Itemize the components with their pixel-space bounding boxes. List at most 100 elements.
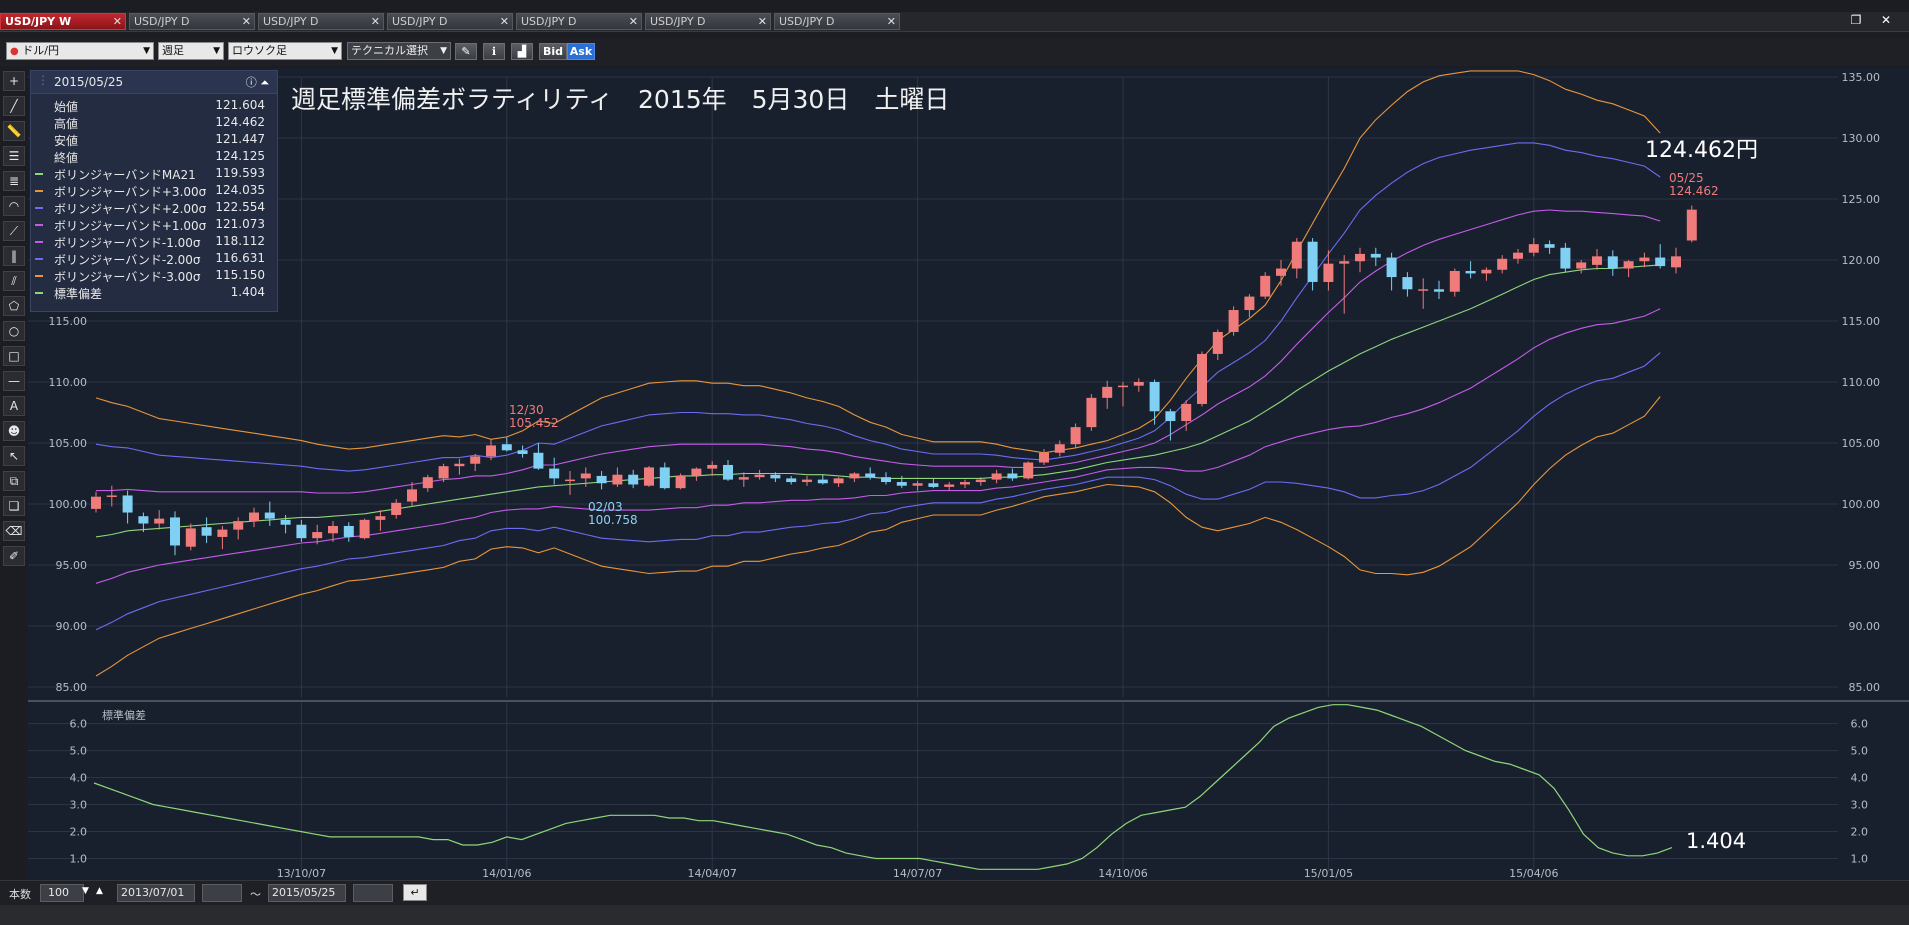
layers-icon[interactable]: ❏ (3, 496, 25, 516)
drawing-toolbox: + ╱ 📏 ☰ ≣ ◠ ⟋ ‖ ⫽ ⬠ ○ □ — A ☻ ↖ ⧉ ❏ ⌫ ✐ (0, 68, 28, 878)
data-window-row: 始値 121.604 (31, 97, 277, 114)
close-icon[interactable]: ✕ (629, 14, 638, 29)
data-window-value: 115.150 (215, 268, 265, 282)
data-window-value: 122.554 (215, 200, 265, 214)
series-color-swatch (35, 190, 43, 192)
data-window-label: ボリンジャーバンド-1.00σ (54, 236, 201, 250)
series-color-swatch (35, 173, 43, 175)
to-time-field[interactable] (353, 884, 393, 902)
data-window-label: 終値 (54, 151, 79, 165)
tab-usdjpy-w[interactable]: USD/JPY W ✕ (0, 13, 126, 30)
tab-usdjpy-d[interactable]: USD/JPY D ✕ (387, 13, 513, 30)
currency-pair-value: ドル/円 (22, 44, 59, 57)
cursor-icon[interactable]: ↖ (3, 446, 25, 466)
status-bar (0, 905, 1909, 925)
fib-arc-icon[interactable]: ◠ (3, 196, 25, 216)
last-annotation: 05/25 124.462 (1669, 172, 1719, 198)
horizontal-line-icon[interactable]: — (3, 371, 25, 391)
period-select[interactable]: 週足 ▼ (158, 42, 224, 60)
data-window-label: ボリンジャーバンド+3.00σ (54, 185, 207, 199)
data-window-row: ボリンジャーバンド+3.00σ 124.035 (31, 182, 277, 199)
pentagon-icon[interactable]: ⬠ (3, 296, 25, 316)
count-field[interactable]: 100 (40, 884, 84, 902)
chevron-up-icon[interactable]: ▲ (96, 886, 103, 896)
close-window-icon[interactable]: ✕ (1878, 13, 1894, 28)
info-icon[interactable]: ℹ (483, 43, 505, 60)
close-icon[interactable]: ✕ (758, 14, 767, 29)
tab-usdjpy-d[interactable]: USD/JPY D ✕ (258, 13, 384, 30)
range-bar: 本数 100 ▼ ▲ 2013/07/01 〜 2015/05/25 ↵ (0, 880, 1909, 905)
icon-stamp-icon[interactable]: ☻ (3, 421, 25, 441)
tab-label: USD/JPY D (779, 15, 835, 28)
series-color-swatch (35, 207, 43, 209)
data-window[interactable]: ⋮ 2015/05/25 ⓘ ⏶ 始値 121.604 高値 124.462 安値 121… (30, 70, 278, 312)
data-window-label: 始値 (54, 100, 79, 114)
data-window-row: ボリンジャーバンド-3.00σ 115.150 (31, 267, 277, 284)
area-chart-icon[interactable]: ▟ (511, 43, 533, 60)
from-time-field[interactable] (202, 884, 242, 902)
data-window-label: ボリンジャーバンド-2.00σ (54, 253, 201, 267)
currency-pair-select[interactable]: ● ドル/円 ▼ (6, 42, 154, 60)
copy-icon[interactable]: ⧉ (3, 471, 25, 491)
main-chart-panel[interactable] (28, 68, 1909, 700)
tab-label: USD/JPY D (392, 15, 448, 28)
data-window-value: 1.404 (230, 285, 265, 299)
crosshair-icon[interactable]: + (3, 71, 25, 91)
tab-usdjpy-d[interactable]: USD/JPY D ✕ (774, 13, 900, 30)
horizontal-lines-icon[interactable]: ☰ (3, 146, 25, 166)
data-window-value: 116.631 (215, 251, 265, 265)
chart-title: 週足標準偏差ボラティリティ 2015年 5月30日 土曜日 (291, 85, 950, 114)
range-separator: 〜 (250, 888, 261, 901)
std-dev-panel-label: 標準偏差 (102, 709, 146, 722)
series-color-swatch (35, 275, 43, 277)
close-icon[interactable]: ✕ (371, 14, 380, 29)
tab-label: USD/JPY W (5, 15, 72, 28)
data-window-label: 標準偏差 (54, 287, 103, 301)
restore-window-icon[interactable]: ❐ (1848, 13, 1864, 28)
chart-toolbar: ● ドル/円 ▼ 週足 ▼ ロウソク足 ▼ テクニカル選択 ▼ ✎ ℹ ▟ Bi… (0, 38, 1909, 66)
text-icon[interactable]: A (3, 396, 25, 416)
tab-usdjpy-d[interactable]: USD/JPY D ✕ (645, 13, 771, 30)
bid-button[interactable]: Bid (539, 43, 567, 60)
chart-style-select[interactable]: ロウソク足 ▼ (228, 42, 342, 60)
to-date-field[interactable]: 2015/05/25 (268, 884, 346, 902)
close-icon[interactable]: ✕ (242, 14, 251, 29)
low-annotation: 02/03 100.758 (588, 501, 638, 527)
fibonacci-icon[interactable]: ≣ (3, 171, 25, 191)
data-window-row: ボリンジャーバンド+2.00σ 122.554 (31, 199, 277, 216)
close-icon[interactable]: ✕ (887, 14, 896, 29)
data-window-row: 安値 121.447 (31, 131, 277, 148)
period-value: 週足 (162, 44, 184, 57)
vertical-lines-icon[interactable]: ‖ (3, 246, 25, 266)
technical-select[interactable]: テクニカル選択 ▼ (347, 42, 451, 60)
tab-strip: USD/JPY W ✕ USD/JPY D ✕ USD/JPY D ✕ USD/JPY… (0, 12, 1909, 32)
trendline-icon[interactable]: ╱ (3, 96, 25, 116)
rectangle-icon[interactable]: □ (3, 346, 25, 366)
info-toggle-icon[interactable]: ⓘ ⏶ (246, 74, 269, 90)
close-icon[interactable]: ✕ (500, 14, 509, 29)
channel-icon[interactable]: ⫽ (3, 271, 25, 291)
from-date-value: 2013/07/01 (121, 886, 185, 899)
from-date-field[interactable]: 2013/07/01 (117, 884, 195, 902)
data-window-value: 121.604 (215, 98, 265, 112)
chevron-down-icon: ▼ (440, 46, 447, 56)
fib-fan-icon[interactable]: ⟋ (3, 221, 25, 241)
pencil-icon[interactable]: ✎ (455, 43, 477, 60)
eraser-all-icon[interactable]: ✐ (3, 546, 25, 566)
close-icon[interactable]: ✕ (113, 14, 122, 29)
return-icon[interactable]: ↵ (403, 884, 427, 901)
circle-icon[interactable]: ○ (3, 321, 25, 341)
chevron-down-icon: ▼ (331, 46, 338, 56)
data-window-header[interactable]: ⋮ 2015/05/25 ⓘ ⏶ (31, 71, 277, 94)
tab-usdjpy-d[interactable]: USD/JPY D ✕ (516, 13, 642, 30)
std-dev-panel[interactable] (28, 702, 1909, 880)
high-annotation: 12/30 105.452 (509, 404, 559, 430)
ask-button[interactable]: Ask (567, 43, 595, 60)
last-value: 124.462 (1669, 184, 1719, 198)
ruler-icon[interactable]: 📏 (3, 121, 25, 141)
eraser-icon[interactable]: ⌫ (3, 521, 25, 541)
data-window-label: 安値 (54, 134, 79, 148)
chevron-down-icon[interactable]: ▼ (82, 886, 89, 896)
tab-usdjpy-d[interactable]: USD/JPY D ✕ (129, 13, 255, 30)
count-value: 100 (48, 886, 69, 899)
